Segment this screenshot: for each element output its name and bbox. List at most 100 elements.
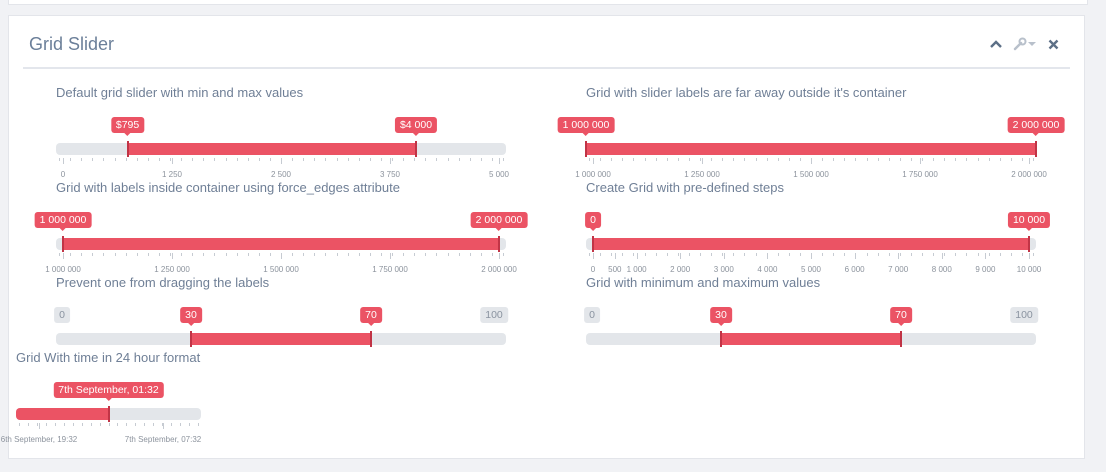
grid-tick — [81, 158, 83, 161]
grid-tick — [955, 158, 957, 161]
grid-tick — [600, 158, 602, 161]
grid-tick — [469, 158, 471, 161]
grid-tick — [114, 253, 116, 256]
slider-from-label[interactable]: 1 000 000 — [557, 117, 615, 136]
grid-tick — [19, 423, 20, 426]
slider-to-handle[interactable] — [370, 331, 372, 347]
grid-tick — [988, 158, 990, 161]
grid-label: 1 750 000 — [902, 170, 938, 179]
slider-from-label[interactable]: 1 000 000 — [34, 212, 92, 231]
grid-label: 1 250 000 — [154, 265, 190, 274]
grid-tick — [888, 158, 890, 161]
slider-to-label[interactable]: 70 — [890, 307, 912, 326]
slider-max-label: 100 — [480, 307, 508, 323]
chevron-up-icon[interactable] — [988, 36, 1004, 52]
slider-from-label[interactable]: 0 — [585, 212, 601, 231]
slider-handle[interactable] — [107, 406, 110, 422]
slider-from-handle[interactable] — [592, 236, 594, 252]
slider-to-handle[interactable] — [1035, 141, 1037, 157]
slider-fill — [593, 238, 1029, 250]
slider-from-handle[interactable] — [585, 141, 587, 157]
grid-tick — [325, 158, 327, 161]
grid-tick — [369, 158, 371, 161]
grid-tick — [247, 253, 249, 256]
grid-tick — [203, 158, 205, 161]
grid-tick — [99, 423, 101, 426]
grid-tick — [117, 423, 119, 426]
slider-to-label[interactable]: 10 000 — [1007, 212, 1051, 231]
slider-title: Grid With time in 24 hour format — [16, 350, 201, 365]
grid-tick — [180, 423, 182, 426]
grid-tick — [611, 158, 613, 161]
grid-tick — [910, 158, 912, 161]
grid-tick — [414, 253, 416, 256]
slider-to-label[interactable]: $4 000 — [394, 117, 438, 136]
slider-from-label[interactable]: 30 — [710, 307, 732, 326]
grid-tick — [999, 158, 1001, 161]
grid-tick — [45, 423, 47, 426]
slider-to-handle[interactable] — [415, 141, 417, 157]
grid-tick — [380, 158, 382, 161]
grid-label: 2 000 — [670, 265, 691, 274]
grid-tick — [933, 158, 935, 161]
grid-tick — [799, 158, 801, 161]
grid-tick — [189, 423, 191, 426]
caret-down-icon[interactable] — [1027, 36, 1037, 52]
grid-tick — [158, 253, 160, 256]
grid-tick — [666, 253, 668, 256]
slider-to-label[interactable]: 2 000 000 — [470, 212, 528, 231]
grid-tick — [854, 253, 856, 259]
grid-label: 0 — [590, 265, 596, 274]
slider-min-label: 0 — [584, 307, 600, 323]
grid-tick — [72, 423, 74, 426]
slider-from-label[interactable]: 30 — [180, 307, 202, 326]
grid-tick — [153, 423, 155, 426]
close-icon[interactable] — [1045, 36, 1061, 52]
grid-tick — [258, 253, 260, 256]
grid-tick — [988, 253, 990, 256]
grid-tick — [644, 253, 646, 256]
slider-value-label[interactable]: 7th September, 01:32 — [53, 382, 164, 401]
slider-title: Grid with slider labels are far away out… — [586, 85, 907, 100]
grid-tick — [172, 253, 173, 259]
slider-fill — [16, 408, 109, 420]
grid-tick — [910, 253, 912, 256]
slider-title: Default grid slider with min and max val… — [56, 85, 304, 100]
slider-from-handle[interactable] — [62, 236, 64, 252]
grid-tick — [147, 253, 149, 256]
slider-to-handle[interactable] — [498, 236, 500, 252]
grid-tick — [1029, 158, 1030, 164]
grid-tick — [192, 253, 194, 256]
grid-label: 7 000 — [888, 265, 909, 274]
grid-label: 7th September, 07:32 — [124, 435, 202, 444]
wrench-icon[interactable] — [1012, 36, 1028, 52]
slider-from-handle[interactable] — [720, 331, 722, 347]
grid-tick — [236, 158, 238, 161]
grid-tick — [103, 158, 105, 161]
slider-to-label[interactable]: 2 000 000 — [1007, 117, 1065, 136]
grid-tick — [636, 253, 638, 259]
grid-tick — [888, 253, 890, 256]
slider-from-handle[interactable] — [126, 141, 129, 157]
grid-label: 3 750 — [379, 170, 401, 179]
grid-tick — [499, 158, 500, 164]
grid-tick — [700, 158, 701, 161]
grid-tick — [977, 158, 979, 161]
grid-tick — [777, 253, 779, 256]
grid-tick — [920, 158, 921, 164]
grid-tick — [688, 253, 690, 256]
slider-to-handle[interactable] — [900, 331, 902, 347]
grid-tick — [877, 253, 879, 256]
grid-label: 4 000 — [757, 265, 778, 274]
slider-from-label[interactable]: $795 — [110, 117, 145, 136]
slider-to-handle[interactable] — [1028, 236, 1030, 252]
grid-tick — [1021, 253, 1023, 256]
grid-tick — [347, 158, 349, 161]
grid-label: 5 000 — [488, 170, 510, 179]
grid-tick — [392, 158, 393, 161]
slider-to-label[interactable]: 70 — [360, 307, 382, 326]
grid-label: 500 — [608, 265, 622, 274]
grid-tick — [655, 158, 657, 161]
grid-tick — [108, 423, 110, 426]
slider-from-handle[interactable] — [190, 331, 192, 347]
